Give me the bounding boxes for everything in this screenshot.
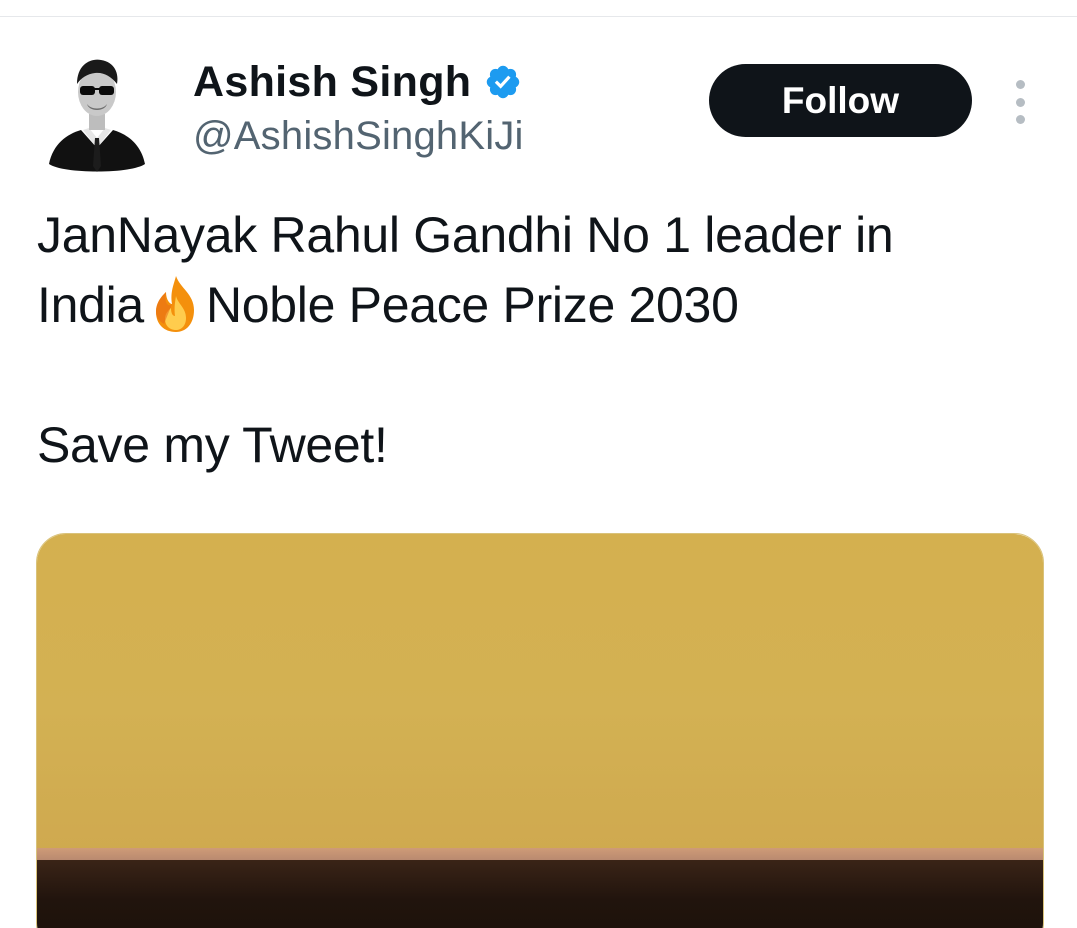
tweet-line-1: JanNayak Rahul Gandhi No 1 leader in: [37, 207, 894, 263]
tweet-text: JanNayak Rahul Gandhi No 1 leader in Ind…: [37, 200, 1047, 480]
author-handle[interactable]: @AshishSinghKiJi: [193, 114, 524, 159]
avatar-image: [49, 59, 145, 172]
name-row: Ashish Singh: [193, 56, 524, 108]
tweet-media-photo[interactable]: [36, 533, 1044, 928]
top-divider: [0, 16, 1077, 17]
media-dark-area: [37, 860, 1043, 928]
fire-icon: [150, 274, 202, 334]
tweet-line-2: India Noble Peace Prize 2030: [37, 270, 1047, 340]
author-block: Ashish Singh @AshishSinghKiJi: [193, 56, 524, 159]
tweet-page: Ashish Singh @AshishSinghKiJi Follow Jan…: [0, 0, 1077, 928]
follow-button[interactable]: Follow: [709, 64, 972, 137]
avatar[interactable]: [45, 52, 149, 174]
verified-badge-icon[interactable]: [484, 63, 522, 101]
tweet-line-2-suffix: Noble Peace Prize 2030: [205, 277, 739, 333]
tweet-line-3: Save my Tweet!: [37, 417, 388, 473]
tweet-line-2-prefix: India: [37, 277, 144, 333]
media-wall: [37, 534, 1043, 854]
media-stripe: [37, 848, 1043, 860]
more-options-icon[interactable]: [1003, 80, 1037, 124]
author-display-name[interactable]: Ashish Singh: [193, 58, 471, 107]
